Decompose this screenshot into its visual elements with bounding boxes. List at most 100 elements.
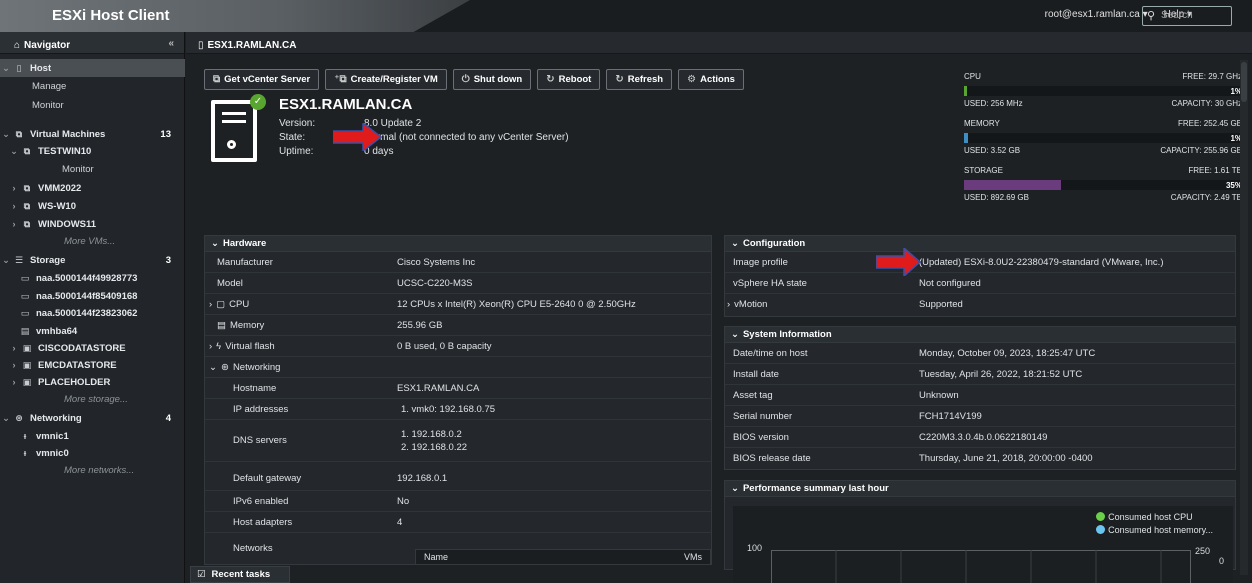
nav-ds-cisco[interactable]: › ▣ CISCODATASTORE [0, 339, 185, 357]
gear-icon: ⚙ [687, 74, 697, 85]
nav-adapter-vmhba64[interactable]: ▤ vmhba64 [0, 322, 185, 340]
network-icon: ⊛ [15, 412, 23, 423]
vm-icon: ⧉ [23, 200, 31, 211]
create-register-vm-button[interactable]: ⁺⧉ Create/Register VM [325, 69, 447, 90]
performance-chart: Consumed host CPU Consumed host memory..… [733, 506, 1233, 583]
chevron-right-icon[interactable]: › [8, 219, 20, 229]
chevron-right-icon[interactable]: › [8, 360, 20, 370]
cpu-meter: CPU FREE: 29.7 GHz 1% USED: 256 MHz CAPACI… [964, 72, 1242, 108]
datastore-icon: ▣ [22, 359, 32, 370]
main-content: ▯ ESX1.RAMLAN.CA ⧉ Get vCenter Server ⁺⧉… [186, 32, 1252, 583]
adapter-icon: ▤ [20, 325, 30, 336]
y-axis-right-label: 250 [1195, 546, 1211, 556]
configuration-panel: ⌄ Configuration Image profile (Updated) E… [724, 235, 1236, 317]
nav-ds-placeholder[interactable]: › ▣ PLACEHOLDER [0, 373, 185, 391]
y-axis-right-zero: 0 [1219, 556, 1225, 566]
nav-ds-emc[interactable]: › ▣ EMCDATASTORE [0, 356, 185, 374]
networks-table-header: Name VMs [415, 549, 711, 565]
actions-button[interactable]: ⚙ Actions [678, 69, 744, 90]
chevron-right-icon: › [727, 299, 731, 310]
chevron-down-icon[interactable]: ⌄ [8, 146, 20, 157]
red-arrow-annotation [876, 248, 922, 276]
vm-icon: ⧉ [15, 128, 23, 139]
hardware-header[interactable]: ⌄ Hardware [205, 236, 711, 252]
chevron-down-icon[interactable]: ⌄ [0, 255, 12, 266]
home-icon: ⌂ [14, 40, 21, 51]
storage-bar-fill [964, 180, 1062, 190]
main-scrollbar[interactable] [1240, 60, 1248, 575]
memory-bar-fill [964, 133, 968, 143]
breadcrumb: ▯ ESX1.RAMLAN.CA [186, 32, 1252, 54]
nav-disk-2[interactable]: ▭ naa.5000144f85409168 [0, 287, 185, 305]
nav-vmnic1[interactable]: ᵼ vmnic1 [0, 427, 185, 445]
nav-more-networks[interactable]: More networks... [0, 461, 185, 479]
chevron-right-icon[interactable]: › [8, 201, 20, 211]
nav-storage[interactable]: ⌄ ☰ Storage 3 [0, 251, 185, 269]
nav-host[interactable]: ⌄ ▯ Host [0, 59, 185, 77]
refresh-button[interactable]: ↻ Refresh [606, 69, 673, 90]
chart-grid [771, 550, 1191, 583]
vmotion-row[interactable]: › vMotion Supported [725, 294, 1235, 315]
brand-banner: ESXi Host Client [0, 0, 470, 32]
get-vcenter-button[interactable]: ⧉ Get vCenter Server [204, 69, 320, 90]
hardware-panel: ⌄ Hardware Manufacturer Cisco Systems Inc… [204, 235, 712, 565]
nav-vm-testwin10[interactable]: ⌄ ⧉ TESTWIN10 [0, 142, 185, 160]
resource-meters: CPU FREE: 29.7 GHz 1% USED: 256 MHz CAPACI… [964, 72, 1242, 213]
reboot-icon: ↻ [546, 74, 555, 85]
reboot-button[interactable]: ↻ Reboot [537, 69, 601, 90]
collapse-icon[interactable]: « [168, 38, 174, 49]
top-bar: ESXi Host Client root@esx1.ramlan.ca ▾ H… [0, 0, 1252, 32]
nav-more-storage[interactable]: More storage... [0, 390, 185, 408]
vm-count-badge: 13 [160, 128, 171, 140]
nav-networking[interactable]: ⌄ ⊛ Networking 4 [0, 409, 185, 427]
chevron-right-icon[interactable]: › [8, 183, 20, 193]
nav-more-vms[interactable]: More VMs... [0, 232, 185, 250]
host-icon: ▯ [198, 40, 204, 51]
chevron-down-icon[interactable]: ⌄ [0, 129, 12, 140]
tasks-icon: ☑ [197, 569, 206, 580]
chevron-down-icon: ⌄ [209, 361, 217, 373]
cpu-row[interactable]: › ▢ CPU 12 CPUs x Intel(R) Xeon(R) CPU E5-2… [205, 294, 711, 315]
chevron-down-icon: ⌄ [211, 238, 219, 249]
networking-row[interactable]: ⌄ ⊛ Networking [205, 357, 711, 378]
chevron-right-icon[interactable]: › [8, 377, 20, 387]
datastore-icon: ▣ [22, 376, 32, 387]
nav-host-manage[interactable]: Manage [0, 77, 185, 95]
nav-vm-monitor[interactable]: Monitor [0, 160, 185, 178]
red-arrow-annotation [333, 123, 383, 151]
vm-icon: ⧉ [23, 218, 31, 229]
performance-header[interactable]: ⌄ Performance summary last hour [725, 481, 1235, 497]
vcenter-icon: ⧉ [213, 74, 221, 85]
shut-down-button[interactable]: ⏻ Shut down [452, 69, 532, 90]
chevron-down-icon[interactable]: ⌄ [0, 63, 12, 74]
nav-host-monitor[interactable]: Monitor [0, 96, 185, 114]
nav-virtual-machines[interactable]: ⌄ ⧉ Virtual Machines 13 [0, 125, 185, 143]
virtual-flash-row[interactable]: › ϟ Virtual flash 0 B used, 0 B capacity [205, 336, 711, 357]
disk-icon: ▭ [20, 290, 30, 301]
nav-disk-3[interactable]: ▭ naa.5000144f23823062 [0, 304, 185, 322]
chevron-down-icon[interactable]: ⌄ [0, 413, 12, 424]
nic-icon: ᵼ [23, 448, 27, 458]
disk-icon: ▭ [20, 272, 30, 283]
nav-vm-vmm2022[interactable]: › ⧉ VMM2022 [0, 179, 185, 197]
datastore-icon: ▣ [22, 342, 32, 353]
chevron-down-icon: ⌄ [731, 238, 739, 249]
configuration-header[interactable]: ⌄ Configuration [725, 236, 1235, 252]
user-menu[interactable]: root@esx1.ramlan.ca ▾ [1045, 9, 1148, 20]
search-input[interactable]: ⚲ Search [1142, 6, 1232, 26]
host-state: Normal (not connected to any vCenter Ser… [364, 131, 569, 143]
recent-tasks-tab[interactable]: ☑ Recent tasks [190, 566, 290, 583]
vm-icon: ⧉ [23, 145, 31, 156]
legend-memory-swatch [1096, 525, 1106, 534]
system-information-header[interactable]: ⌄ System Information [725, 327, 1235, 343]
storage-meter: STORAGE FREE: 1.61 TB 35% USED: 892.69 GB… [964, 166, 1242, 202]
nav-disk-1[interactable]: ▭ naa.5000144f49928773 [0, 269, 185, 287]
nav-vmnic0[interactable]: ᵼ vmnic0 [0, 444, 185, 462]
nav-vm-ws-w10[interactable]: › ⧉ WS-W10 [0, 197, 185, 215]
nav-vm-windows11[interactable]: › ⧉ WINDOWS11 [0, 215, 185, 233]
status-ok-icon: ✓ [250, 94, 266, 110]
network-count-badge: 4 [165, 412, 171, 424]
system-information-panel: ⌄ System Information Date/time on host Mo… [724, 326, 1236, 470]
chevron-right-icon[interactable]: › [8, 343, 20, 353]
performance-panel: ⌄ Performance summary last hour Consumed… [724, 480, 1236, 583]
